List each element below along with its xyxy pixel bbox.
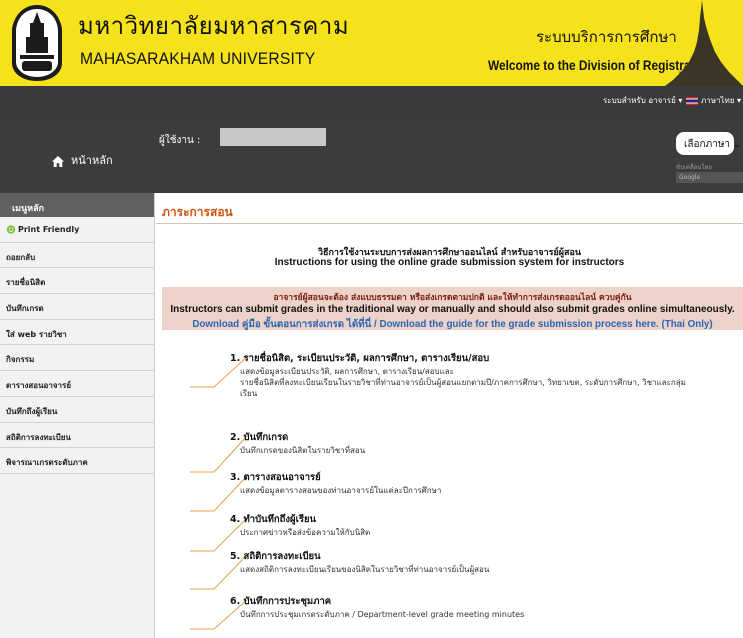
- main-content: ภาระการสอน วิธีการใช้งานระบบการส่งผลการศ…: [156, 193, 743, 638]
- sidebar-item-registration-stats[interactable]: สถิติการลงทะเบียน: [0, 423, 154, 449]
- section-title: ภาระการสอน: [162, 205, 233, 219]
- home-icon: [52, 155, 64, 167]
- grade-submission-notice: อาจารย์ผู้สอนจะต้อง ส่งแบบธรรมดา หรือส่ง…: [162, 287, 743, 315]
- step-title-registration-stats[interactable]: 5. สถิติการลงทะเบียน: [230, 549, 743, 564]
- step-description: บันทึกการประชุมเกรดระดับภาค / Department…: [240, 610, 525, 619]
- step-description: แสดงข้อมูลตารางสอนของท่านอาจารย์ในแต่ละป…: [240, 486, 442, 495]
- username-redacted: [220, 128, 326, 146]
- step-item: 3. ตารางสอนอาจารย์ แสดงข้อมูลตารางสอนของ…: [230, 470, 743, 496]
- top-nav-bar: ระบบสำหรับ อาจารย์ ▾ ภาษาไทย ▾: [0, 86, 743, 120]
- step-desc-line: เรียน: [240, 389, 258, 398]
- sidebar-item-notes-to-students[interactable]: บันทึกถึงผู้เรียน: [0, 397, 154, 423]
- sidebar: เมนูหลัก Print Friendly ถอยกลับ รายชื่อน…: [0, 193, 155, 638]
- sidebar-item-teaching-schedule[interactable]: ตารางสอนอาจารย์: [0, 371, 154, 397]
- notice-text-en: Instructors can submit grades in the tra…: [170, 304, 735, 315]
- step-item: 5. สถิติการลงทะเบียน แสดงสถิติการลงทะเบี…: [230, 549, 743, 575]
- step-description: แสดงข้อมูลระเบียนประวัติ, ผลการศึกษา, ตา…: [240, 366, 743, 399]
- step-item: 6. บันทึกการประชุมภาค บันทึกการประชุมเกร…: [230, 594, 743, 620]
- step-description: บันทึกเกรดของนิสิตในรายวิชาที่สอน: [240, 446, 366, 455]
- step-description: ประกาศข่าวหรือส่งข้อความให้กับนิสิต: [240, 528, 371, 537]
- step-desc-line: แสดงข้อมูลระเบียนประวัติ, ผลการศึกษา, ตา…: [240, 367, 454, 376]
- university-name-en: MAHASARAKHAM UNIVERSITY: [80, 49, 316, 68]
- notice-text-th: อาจารย์ผู้สอนจะต้อง ส่งแบบธรรมดา หรือส่ง…: [273, 293, 632, 303]
- home-label: หน้าหลัก: [71, 154, 113, 167]
- sidebar-heading: เมนูหลัก: [0, 193, 154, 217]
- step-title-teaching-schedule[interactable]: 3. ตารางสอนอาจารย์: [230, 470, 743, 485]
- role-menu[interactable]: ระบบสำหรับ อาจารย์ ▾: [603, 94, 682, 107]
- download-guide-link[interactable]: Download คู่มือ ขั้นตอนการส่งเกรด ได้ที่…: [162, 315, 743, 330]
- home-link[interactable]: หน้าหลัก: [52, 151, 113, 169]
- step-item: 1. รายชื่อนิสิต, ระเบียนประวัติ, ผลการศึ…: [230, 351, 743, 399]
- sidebar-item-course-web[interactable]: ใส่ web รายวิชา: [0, 320, 154, 346]
- sidebar-item-record-grades[interactable]: บันทึกเกรด: [0, 294, 154, 320]
- instructions-title-en: Instructions for using the online grade …: [274, 257, 625, 268]
- system-name-th: ระบบบริการการศึกษา: [536, 28, 677, 46]
- powered-by-label: ขับเคลื่อนโดย: [676, 164, 712, 171]
- language-select[interactable]: เลือกภาษา ⌄: [676, 132, 742, 155]
- sidebar-item-back[interactable]: ถอยกลับ: [0, 243, 154, 269]
- step-title-student-list[interactable]: 1. รายชื่อนิสิต, ระเบียนประวัติ, ผลการศึ…: [230, 351, 743, 366]
- temple-silhouette: [665, 0, 743, 86]
- sidebar-item-student-list[interactable]: รายชื่อนิสิต: [0, 268, 154, 295]
- step-item: 2. บันทึกเกรด บันทึกเกรดของนิสิตในรายวิช…: [230, 430, 743, 456]
- site-banner: มหาวิทยาลัยมหาสารคาม MAHASARAKHAM UNIVER…: [0, 0, 743, 86]
- step-desc-line: รายชื่อนิสิตที่ลงทะเบียนเรียนในรายวิชาที…: [240, 378, 686, 387]
- university-logo: [12, 5, 62, 81]
- google-translate-logo: Google: [676, 172, 743, 183]
- step-item: 4. ทำบันทึกถึงผู้เรียน ประกาศข่าวหรือส่ง…: [230, 512, 743, 538]
- step-title-notes-to-students[interactable]: 4. ทำบันทึกถึงผู้เรียน: [230, 512, 743, 527]
- step-description: แสดงสถิติการลงทะเบียนเรียนของนิสิตในรายว…: [240, 565, 490, 574]
- sidebar-item-department-grades[interactable]: พิจารณาเกรดระดับภาค: [0, 448, 154, 474]
- user-label: ผู้ใช้งาน :: [159, 135, 201, 146]
- language-menu-label: ภาษาไทย ▾: [701, 96, 742, 105]
- language-menu[interactable]: ภาษาไทย ▾: [686, 94, 741, 107]
- sidebar-item-label: Print Friendly: [18, 225, 80, 234]
- thai-flag-icon: [686, 96, 698, 105]
- print-friendly-icon: [6, 225, 16, 234]
- university-name-th: มหาวิทยาลัยมหาสารคาม: [78, 12, 350, 40]
- step-title-record-grades[interactable]: 2. บันทึกเกรด: [230, 430, 743, 445]
- section-divider: [156, 223, 743, 224]
- sidebar-item-print-friendly[interactable]: Print Friendly: [0, 217, 154, 243]
- step-title-department-meeting[interactable]: 6. บันทึกการประชุมภาค: [230, 594, 743, 609]
- page-header: หน้าหลัก ผู้ใช้งาน : เลือกภาษา ⌄ ขับเคลื…: [0, 120, 743, 193]
- sidebar-item-activities[interactable]: กิจกรรม: [0, 345, 154, 372]
